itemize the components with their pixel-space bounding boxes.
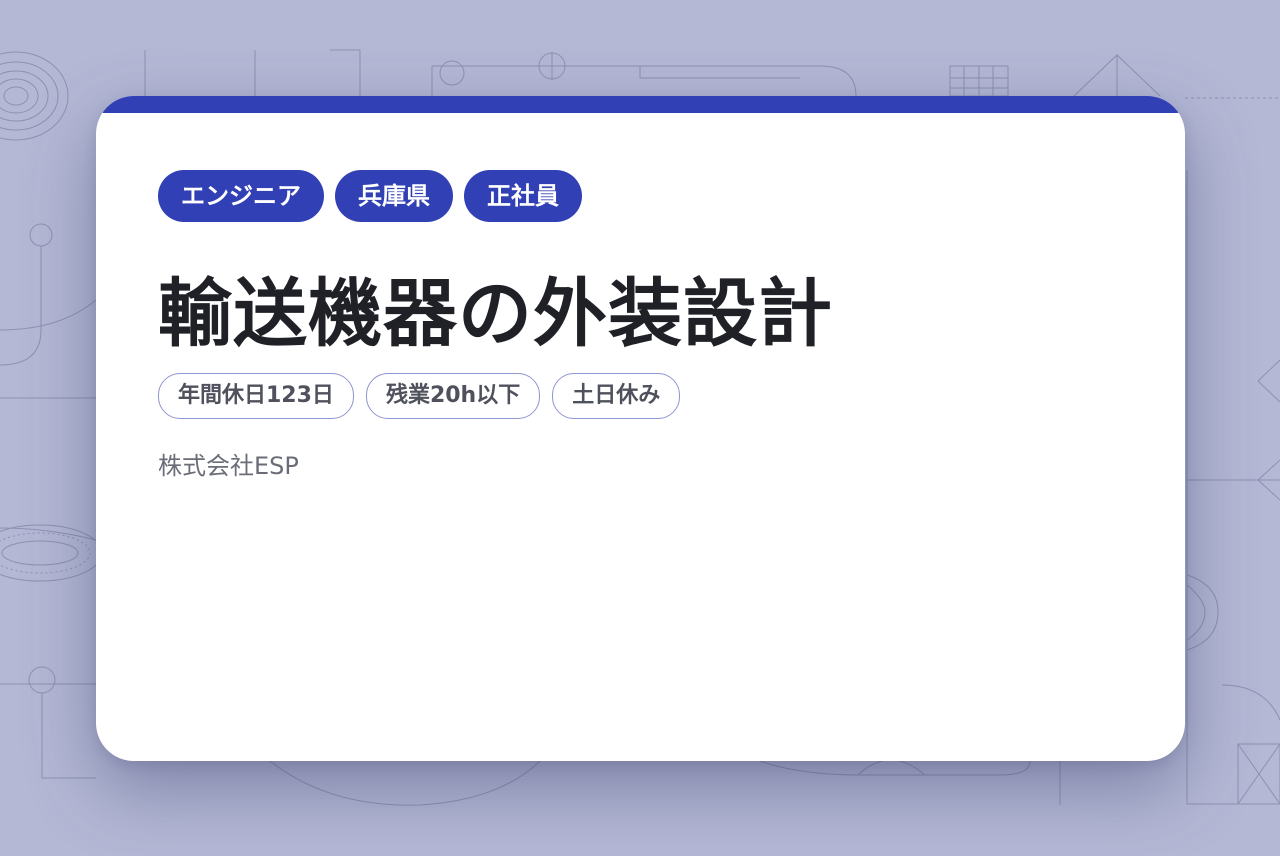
feature-overtime: 残業20h以下 [365, 373, 541, 419]
tag-list: エンジニア 兵庫県 正社員 [158, 170, 582, 222]
job-title: 輸送機器の外装設計 [158, 271, 833, 357]
feature-weekends-off: 土日休み [552, 373, 681, 419]
company-name: 株式会社ESP [158, 452, 299, 480]
tag-location: 兵庫県 [335, 170, 453, 222]
job-card[interactable]: エンジニア 兵庫県 正社員 輸送機器の外装設計 年間休日123日 残業20h以下… [96, 96, 1185, 761]
tag-employment-type: 正社員 [464, 170, 582, 222]
tag-job-category: エンジニア [158, 170, 324, 222]
feature-annual-holidays: 年間休日123日 [158, 373, 354, 419]
card-accent-bar [96, 96, 1185, 113]
feature-list: 年間休日123日 残業20h以下 土日休み [158, 373, 681, 419]
